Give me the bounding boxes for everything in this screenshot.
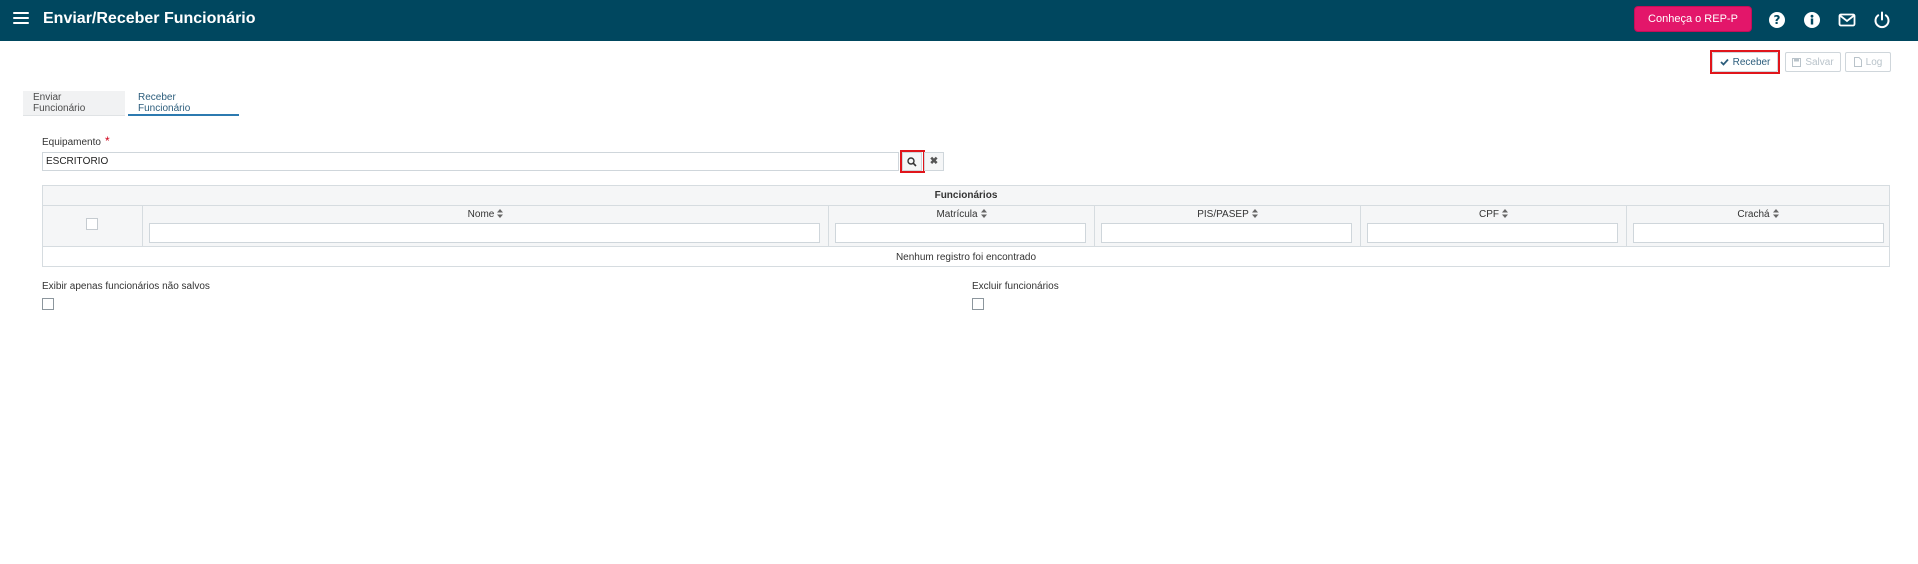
grid-empty-message: Nenhum registro foi encontrado (895, 251, 1037, 263)
select-column (43, 206, 142, 247)
save-button-label: Salvar (1805, 56, 1834, 68)
question-icon[interactable]: ? (1768, 11, 1786, 29)
column-cracha-title: Crachá (1627, 209, 1889, 220)
receive-button[interactable]: Receber (1712, 52, 1778, 72)
close-icon: ✖ (929, 156, 939, 167)
top-bar: Enviar/Receber Funcionário Conheça o REP… (0, 0, 1918, 41)
column-cpf[interactable]: CPF (1360, 206, 1626, 247)
column-pis-pasep-label: PIS/PASEP (1197, 209, 1249, 220)
only-unsaved-checkbox[interactable] (42, 298, 54, 310)
column-cracha-label: Crachá (1737, 209, 1770, 220)
filter-nome-input[interactable] (149, 223, 820, 243)
tab-enviar-funcionario[interactable]: Enviar Funcionário (23, 91, 125, 116)
page-title: Enviar/Receber Funcionário (43, 10, 256, 27)
mail-icon[interactable] (1838, 11, 1856, 29)
column-nome-title: Nome (143, 209, 828, 220)
filter-pis-pasep-input[interactable] (1101, 223, 1352, 243)
column-matricula-title: Matrícula (829, 209, 1094, 220)
equipment-search-button[interactable] (902, 152, 922, 171)
filter-cpf-input[interactable] (1367, 223, 1618, 243)
column-cpf-title: CPF (1361, 209, 1626, 220)
save-button[interactable]: Salvar (1785, 52, 1841, 72)
receive-button-label: Receber (1732, 56, 1771, 68)
log-button[interactable]: Log (1845, 52, 1891, 72)
column-pis-pasep-title: PIS/PASEP (1095, 209, 1360, 220)
sort-icon (1772, 209, 1779, 218)
sort-icon (497, 209, 504, 218)
column-nome-label: Nome (467, 209, 495, 220)
equipment-label: Equipamento * (42, 134, 110, 148)
info-icon[interactable] (1803, 11, 1821, 29)
promo-button[interactable]: Conheça o REP-P (1634, 6, 1752, 32)
svg-text:?: ? (1774, 13, 1781, 27)
column-cpf-label: CPF (1479, 209, 1499, 220)
column-matricula[interactable]: Matrícula (828, 206, 1094, 247)
required-marker: * (104, 134, 110, 148)
equipment-input[interactable] (42, 152, 899, 171)
column-nome[interactable]: Nome (142, 206, 828, 247)
grid-caption: Funcionários (43, 186, 1889, 206)
equipment-label-text: Equipamento (42, 137, 101, 148)
exclude-checkbox[interactable] (972, 298, 984, 310)
equipment-clear-button[interactable]: ✖ (924, 152, 944, 171)
grid-header: Nome Matrícula PIS/PASEP CPF Crachá (43, 206, 1889, 247)
save-icon (1792, 57, 1802, 67)
hamburger-menu-icon[interactable] (13, 12, 29, 28)
filter-cracha-input[interactable] (1633, 223, 1884, 243)
select-all-checkbox[interactable] (86, 218, 98, 230)
sort-icon (980, 209, 987, 218)
log-button-label: Log (1865, 56, 1883, 68)
employees-grid: Funcionários Nome Matrícula PIS/PASEP CP… (42, 185, 1890, 267)
document-icon (1853, 57, 1862, 67)
column-matricula-label: Matrícula (936, 209, 978, 220)
power-icon[interactable] (1873, 11, 1891, 29)
sort-icon (1502, 209, 1508, 218)
check-icon (1719, 58, 1729, 66)
column-cracha[interactable]: Crachá (1626, 206, 1889, 247)
column-pis-pasep[interactable]: PIS/PASEP (1094, 206, 1360, 247)
sort-icon (1251, 209, 1258, 218)
only-unsaved-label: Exibir apenas funcionários não salvos (42, 281, 210, 292)
tab-receber-funcionario[interactable]: Receber Funcionário (128, 91, 239, 116)
exclude-label: Excluir funcionários (972, 281, 1059, 292)
filter-matricula-input[interactable] (835, 223, 1086, 243)
search-icon (907, 156, 917, 167)
